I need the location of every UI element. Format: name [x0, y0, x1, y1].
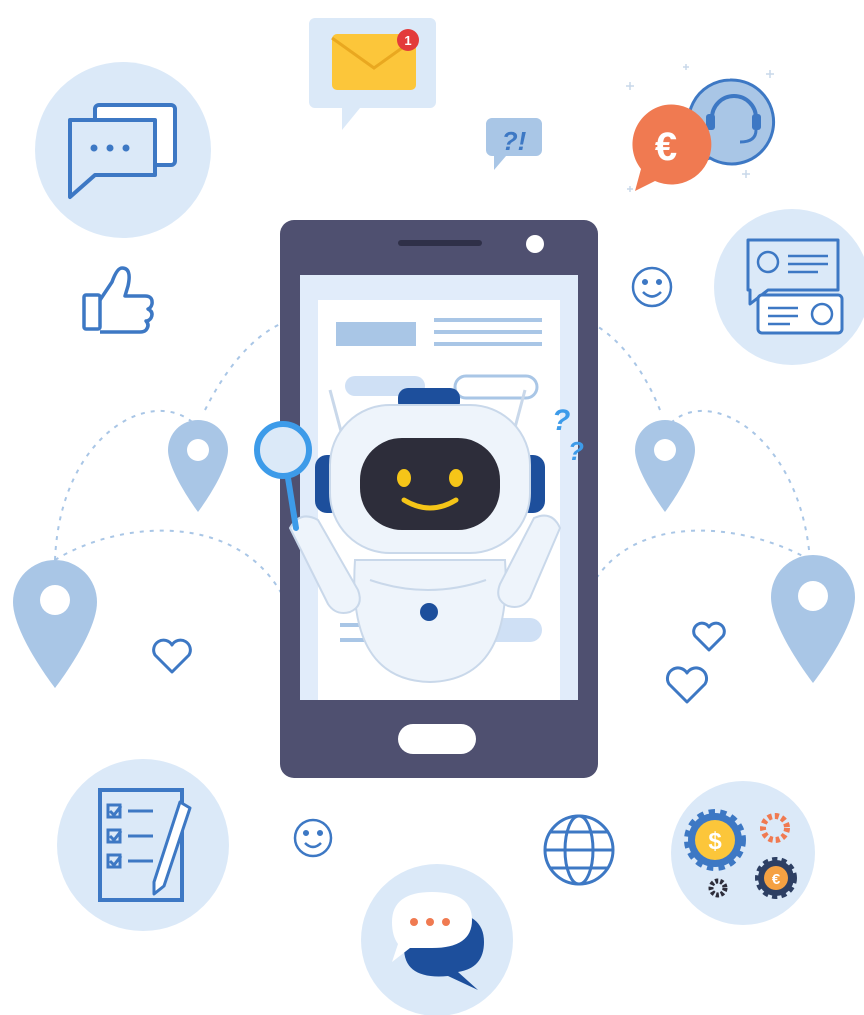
- location-pin-icon: [635, 420, 695, 512]
- location-pin-icon: [13, 560, 97, 688]
- svg-text:?: ?: [568, 436, 584, 466]
- smiley-icon: [293, 818, 333, 858]
- notification-count: 1: [404, 33, 411, 48]
- chatbot-illustration: 1 ?! € ? ? $ €: [13, 18, 864, 1015]
- chat-dots-icon: [361, 864, 513, 1015]
- thumbs-up-icon: [82, 266, 154, 334]
- euro-coin-symbol: €: [772, 871, 781, 888]
- location-pin-icon: [771, 555, 855, 683]
- home-button: [398, 724, 476, 754]
- euro-gear: €: [755, 857, 797, 899]
- contact-cards-icon: [714, 209, 864, 365]
- globe-icon: [543, 814, 615, 886]
- heart-icon: [152, 638, 192, 674]
- euro-symbol: €: [655, 125, 677, 169]
- checklist-icon: [57, 759, 229, 931]
- gears-currency-icon: $ €: [671, 781, 815, 925]
- envelope-notification-icon: 1: [309, 18, 436, 130]
- question-text: ?!: [502, 126, 527, 156]
- dollar-symbol: $: [708, 828, 722, 855]
- question-bubble-icon: ?!: [486, 118, 542, 170]
- dollar-gear: $: [684, 809, 746, 871]
- smiley-icon: [631, 266, 673, 308]
- euro-bubble-icon: €: [632, 104, 712, 191]
- svg-text:?: ?: [552, 404, 570, 437]
- chat-bubbles-icon: [35, 62, 211, 238]
- heart-icon: [665, 666, 709, 704]
- location-pin-icon: [168, 420, 228, 512]
- heart-icon: [692, 621, 726, 652]
- magnifier-icon: [254, 421, 312, 479]
